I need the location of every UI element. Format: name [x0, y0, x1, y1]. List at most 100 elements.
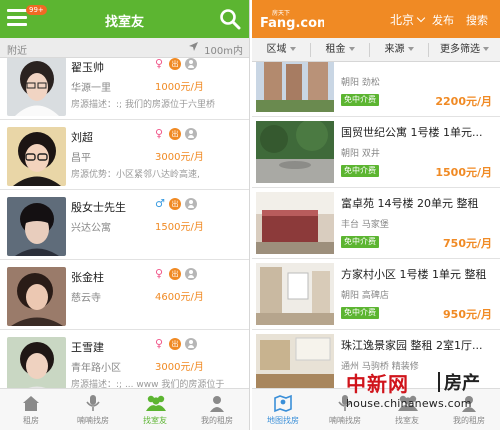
listing-list: 朝阳 劲松 免中介费 2200元/月 国贸世纪公寓 1号楼 1单元... 朝阳 … — [252, 62, 500, 388]
listing-price: 750元/月 — [443, 237, 492, 250]
search-icon[interactable] — [219, 8, 241, 30]
avatar — [7, 127, 66, 186]
female-icon: ♀ — [155, 267, 164, 280]
list-item[interactable]: 张金柱 ♀ 出 慈云寺 4600元/月 — [0, 262, 249, 330]
user-name: 翟玉帅 — [71, 61, 104, 74]
user-price: 1000元/月 — [155, 82, 204, 93]
tab-label: 找室友 — [143, 416, 167, 425]
microphone-icon — [86, 395, 100, 411]
user-location: 昌平 — [71, 153, 91, 164]
tab-label: 地图找房 — [267, 416, 299, 425]
user-price: 3000元/月 — [155, 152, 204, 163]
no-agent-fee-badge: 免中介费 — [341, 94, 379, 106]
tab-label: 喃喃找房 — [77, 416, 109, 425]
user-location: 青年路小区 — [71, 363, 121, 374]
tab-label: 租房 — [23, 416, 39, 425]
tab-find-roommate[interactable]: 找室友 — [124, 389, 186, 430]
listing-area: 朝阳 高碑店 — [341, 291, 389, 301]
listing-title: 方家村小区 1号楼 1单元 整租 — [341, 268, 487, 281]
bottom-tab-bar: 租房 喃喃找房 找室友 我的租房 — [0, 388, 249, 430]
person-icon — [185, 58, 197, 70]
user-price: 4600元/月 — [155, 292, 204, 303]
fang-logo: 房天下 Fang.com — [260, 9, 324, 30]
filter-source[interactable]: 来源 — [370, 38, 428, 62]
female-icon: ♀ — [155, 337, 164, 350]
no-agent-fee-badge: 免中介费 — [341, 307, 379, 319]
watermark-brand: 中新网 — [346, 372, 409, 396]
tab-voice-search[interactable]: 喃喃找房 — [62, 389, 124, 430]
female-icon: ♀ — [155, 58, 164, 70]
list-item[interactable]: 富卓苑 14号楼 20单元 整租 丰台 马家堡 免中介费 750元/月 — [252, 188, 500, 259]
list-item[interactable]: 朝阳 劲松 免中介费 2200元/月 — [252, 62, 500, 117]
listing-description: 房源描述：:; ... www 我们的房源位于 — [71, 380, 225, 388]
tab-map-search[interactable]: 地图找房 — [252, 389, 314, 430]
nearby-label: 附近 — [7, 46, 27, 57]
svg-text:Fang.com: Fang.com — [260, 16, 324, 30]
watermark-url: house.chinanews.com — [346, 397, 472, 410]
roommates-icon — [146, 395, 166, 411]
listing-title: 国贸世纪公寓 1号楼 1单元... — [341, 126, 483, 139]
female-icon: ♀ — [155, 127, 164, 140]
listing-photo — [256, 192, 334, 254]
map-icon — [274, 394, 292, 413]
listing-area: 丰台 马家堡 — [341, 220, 389, 230]
user-name: 王雪建 — [71, 341, 104, 354]
listing-description: 房源描述：:; 我们的房源位于六里桥 — [71, 100, 215, 110]
user-location: 华源一里 — [71, 83, 111, 94]
listing-description: 房源优势：小区紧邻八达岭高速, — [71, 170, 200, 180]
tab-label: 喃喃找房 — [329, 416, 361, 425]
list-item[interactable]: 王雪建 ♀ 出 青年路小区 3000元/月 房源描述：:; ... www 我们… — [0, 332, 249, 388]
male-icon: ♂ — [155, 197, 165, 210]
listing-title: 珠江逸景家园 整租 2室1厅... — [341, 339, 483, 352]
roommate-app-screen: 99+ 找室友 附近 100m内 翟玉帅 ♀ 出 华源一里 1000元/月 房源… — [0, 0, 250, 430]
top-bar: 房天下 Fang.com 北京 发布 搜索 — [252, 0, 500, 38]
listing-photo — [256, 263, 334, 325]
listing-price: 2200元/月 — [435, 95, 492, 108]
list-item[interactable]: 翟玉帅 ♀ 出 华源一里 1000元/月 房源描述：:; 我们的房源位于六里桥 — [0, 58, 249, 120]
person-icon — [185, 268, 197, 280]
listing-price: 1500元/月 — [435, 166, 492, 179]
filter-more[interactable]: 更多筛选 — [429, 38, 500, 62]
person-icon — [185, 198, 197, 210]
roommate-list: 翟玉帅 ♀ 出 华源一里 1000元/月 房源描述：:; 我们的房源位于六里桥 … — [0, 58, 249, 388]
avatar — [7, 197, 66, 256]
filter-rent[interactable]: 租金 — [311, 38, 369, 62]
list-item[interactable]: 国贸世纪公寓 1号楼 1单元... 朝阳 双井 免中介费 1500元/月 — [252, 117, 500, 188]
list-item[interactable]: 刘超 ♀ 出 昌平 3000元/月 房源优势：小区紧邻八达岭高速, — [0, 122, 249, 190]
listing-price: 950元/月 — [443, 308, 492, 321]
listing-photo — [256, 121, 334, 183]
user-name: 刘超 — [71, 131, 93, 144]
filter-district[interactable]: 区域 — [252, 38, 310, 62]
avatar — [7, 58, 66, 116]
watermark-section: 房产 — [444, 373, 480, 394]
tab-label: 找室友 — [395, 416, 419, 425]
list-item[interactable]: 殷女士先生 ♂ 出 兴达公寓 1500元/月 — [0, 192, 249, 260]
watermark-divider — [438, 372, 440, 392]
top-bar: 99+ 找室友 — [0, 0, 249, 38]
city-selector[interactable]: 北京 — [390, 11, 414, 28]
dropdown-arrow-icon — [483, 47, 489, 51]
listing-photo — [256, 62, 334, 112]
publish-button[interactable]: 发布 — [432, 12, 454, 28]
page-title: 找室友 — [104, 15, 144, 30]
tab-label: 我的租房 — [201, 416, 233, 425]
listing-area: 朝阳 双井 — [341, 149, 380, 159]
tab-my-rentals[interactable]: 我的租房 — [186, 389, 248, 430]
distance-filter[interactable]: 100m内 — [204, 42, 243, 57]
rent-out-badge: 出 — [169, 198, 181, 210]
rent-out-badge: 出 — [169, 338, 181, 350]
filter-bar: 区域 租金 来源 更多筛选 — [252, 38, 500, 62]
dropdown-arrow-icon — [289, 47, 296, 51]
rent-out-badge: 出 — [169, 58, 181, 70]
fang-app-screen: 房天下 Fang.com 北京 发布 搜索 区域 租金 来源 更多筛选 朝阳 劲… — [252, 0, 500, 430]
list-item[interactable]: 方家村小区 1号楼 1单元 整租 朝阳 高碑店 免中介费 950元/月 — [252, 259, 500, 330]
location-arrow-icon — [189, 42, 198, 51]
person-icon — [185, 128, 197, 140]
avatar — [7, 267, 66, 326]
tab-rent[interactable]: 租房 — [0, 389, 62, 430]
user-location: 慈云寺 — [71, 293, 101, 304]
listing-title: 富卓苑 14号楼 20单元 整租 — [341, 197, 479, 210]
location-bar: 附近 100m内 — [0, 38, 249, 58]
home-icon — [23, 396, 39, 411]
search-button[interactable]: 搜索 — [466, 12, 488, 28]
